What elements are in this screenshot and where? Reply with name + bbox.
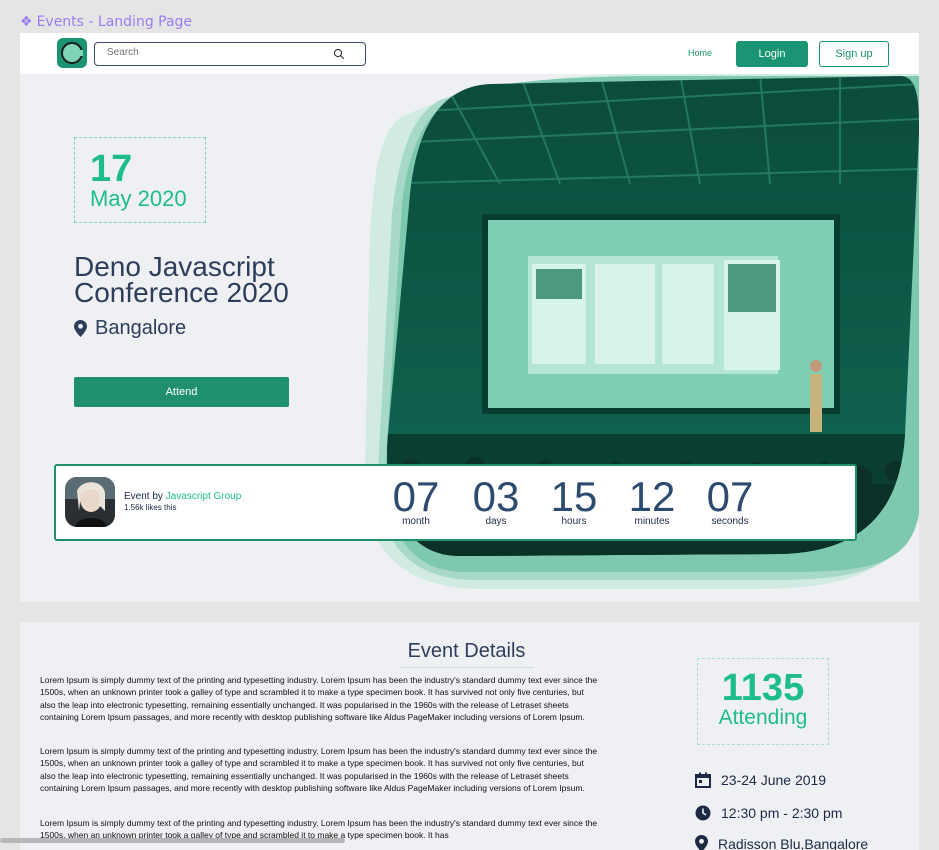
organizer-prefix: Event by — [124, 491, 163, 502]
countdown-hours: 15 hours — [544, 473, 604, 528]
event-time-text: 12:30 pm - 2:30 pm — [721, 805, 843, 821]
heading-divider — [400, 667, 534, 668]
navbar: Home Login Sign up — [20, 33, 919, 74]
event-venue-row: Radisson Blu,Bangalore — [695, 835, 868, 850]
countdown-value: 07 — [392, 473, 440, 520]
organizer-name[interactable]: Javascript Group — [166, 491, 242, 502]
attend-button[interactable]: Attend — [74, 377, 289, 407]
diamond-icon: ❖ — [20, 14, 33, 30]
event-date-day: 17 — [90, 148, 133, 190]
countdown-value: 12 — [628, 473, 676, 520]
countdown-minutes: 12 minutes — [622, 473, 682, 528]
countdown-value: 07 — [706, 473, 754, 520]
event-details-section: Event Details Lorem Ipsum is simply dumm… — [20, 622, 919, 850]
organizer-line: Event by Javascript Group — [124, 491, 241, 502]
frame-label-text: Events - Landing Page — [36, 14, 193, 30]
frame-label: ❖ Events - Landing Page — [20, 14, 192, 30]
hero-section: 17 May 2020 Deno Javascript Conference 2… — [20, 74, 919, 602]
logo-icon[interactable] — [57, 38, 87, 68]
countdown-month: 07 month — [386, 473, 446, 528]
event-venue-text: Radisson Blu,Bangalore — [718, 835, 869, 850]
calendar-icon — [695, 772, 711, 788]
horizontal-scrollbar[interactable] — [0, 838, 345, 843]
clock-icon — [695, 805, 711, 821]
event-date-month: May 2020 — [90, 186, 187, 211]
event-location-text: Bangalore — [95, 317, 187, 339]
search-input[interactable] — [107, 47, 327, 58]
countdown-card: Event by Javascript Group 1.56k likes th… — [54, 464, 857, 541]
event-title: Deno Javascript Conference 2020 — [74, 251, 289, 308]
location-pin-icon — [695, 835, 708, 850]
details-paragraph: Lorem Ipsum is simply dummy text of the … — [40, 746, 598, 794]
attending-label: Attending — [718, 706, 808, 729]
location-pin-icon — [74, 320, 87, 337]
attending-count: 1135 — [721, 667, 805, 709]
details-paragraph: Lorem Ipsum is simply dummy text of the … — [40, 675, 598, 723]
countdown-value: 15 — [550, 473, 598, 520]
event-date-row: 23-24 June 2019 — [695, 772, 826, 788]
search-icon[interactable] — [333, 48, 345, 60]
nav-home-link[interactable]: Home — [688, 48, 712, 58]
event-time-row: 12:30 pm - 2:30 pm — [695, 805, 842, 821]
event-location: Bangalore — [74, 317, 186, 340]
countdown-value: 03 — [472, 473, 520, 520]
login-button[interactable]: Login — [736, 41, 808, 67]
countdown-seconds: 07 seconds — [700, 473, 760, 528]
countdown-days: 03 days — [466, 473, 526, 528]
likes-count: 1.56k likes this — [124, 503, 177, 512]
signup-button[interactable]: Sign up — [819, 41, 889, 67]
avatar[interactable] — [65, 477, 115, 527]
event-date-text: 23-24 June 2019 — [721, 772, 827, 788]
event-date-box: 17 May 2020 — [74, 137, 206, 223]
search-box[interactable] — [94, 42, 366, 66]
attending-box: 1135 Attending — [697, 658, 829, 745]
